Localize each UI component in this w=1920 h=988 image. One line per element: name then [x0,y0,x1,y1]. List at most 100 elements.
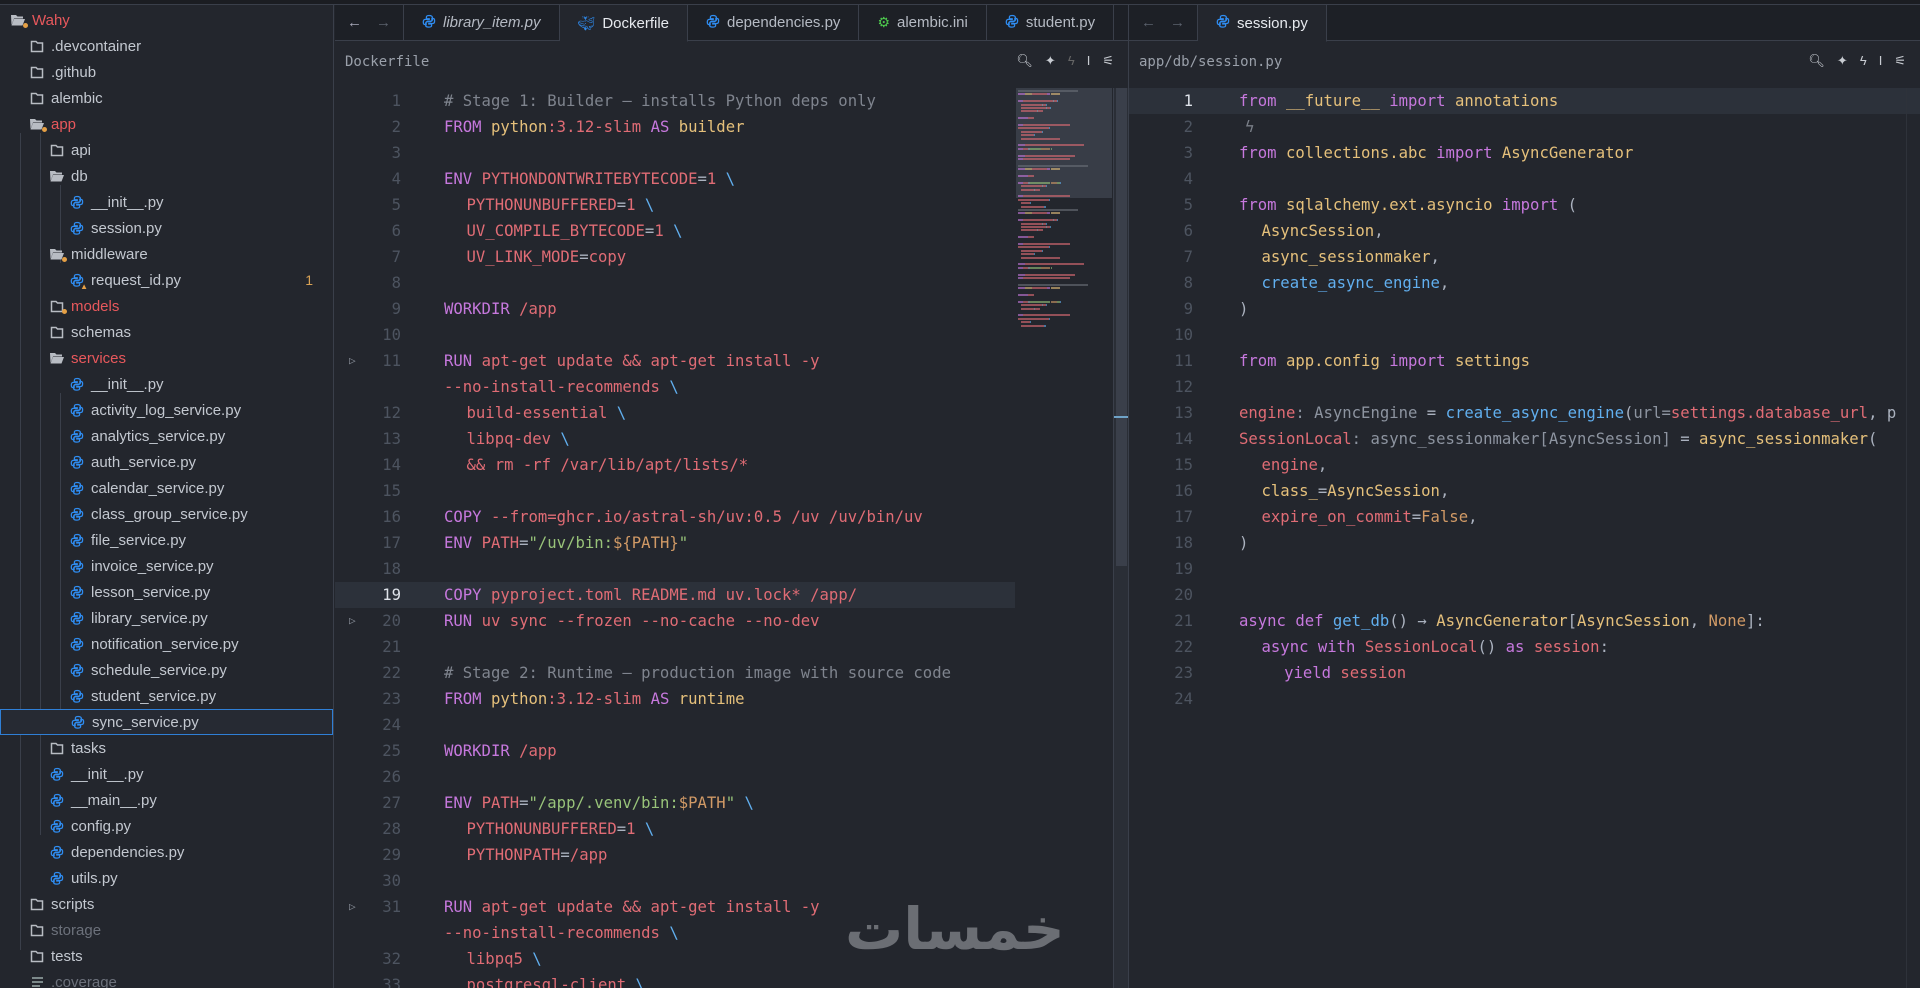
forward-button[interactable]: → [376,14,391,31]
file-tree-item[interactable]: activity_log_service.py [0,397,333,423]
file-tree-item[interactable]: auth_service.py [0,449,333,475]
back-button[interactable]: ← [347,14,362,31]
tab-library_item-py[interactable]: library_item.py [404,5,560,40]
code-line[interactable]: 4 ENV PYTHONDONTWRITEBYTECODE=1 \ [335,166,1128,192]
file-tree-item[interactable]: calendar_service.py [0,475,333,501]
code-line[interactable]: 14 && rm -rf /var/lib/apt/lists/* [335,452,1128,478]
code-line[interactable]: 24 [1129,686,1920,712]
file-tree-item[interactable]: schedule_service.py [0,657,333,683]
code-line[interactable]: 13 libpq-dev \ [335,426,1128,452]
code-editor[interactable]: 1 # Stage 1: Builder — installs Python de… [335,88,1128,988]
file-tree-item[interactable]: student_service.py [0,683,333,709]
code-line[interactable]: 24 [335,712,1128,738]
fold-toggle-icon[interactable]: ▷ [349,348,356,374]
code-line[interactable]: 27 ENV PATH="/app/.venv/bin:$PATH" \ [335,790,1128,816]
file-tree-item[interactable]: file_service.py [0,527,333,553]
code-line[interactable]: 9 WORKDIR /app [335,296,1128,322]
file-tree-item[interactable]: app [0,111,333,137]
code-line[interactable]: 3 [335,140,1128,166]
file-tree-item[interactable]: utils.py [0,865,333,891]
code-line[interactable]: 17 expire_on_commit=False, [1129,504,1920,530]
sparkle-icon[interactable]: ✦ [1837,53,1848,69]
code-line[interactable]: 11 from app.config import settings [1129,348,1920,374]
code-line[interactable]: 5 PYTHONUNBUFFERED=1 \ [335,192,1128,218]
search-icon[interactable]: 🔍︎ [1016,53,1033,69]
file-tree-item[interactable]: .coverage [0,969,333,988]
code-line[interactable]: 2 FROM python:3.12-slim AS builder [335,114,1128,140]
code-editor[interactable]: 1 from __future__ import annotations 2 ϟ 3 fr… [1129,88,1920,988]
text-cursor-icon[interactable]: I [1879,53,1883,69]
code-line[interactable]: 19 [1129,556,1920,582]
file-tree-item[interactable]: session.py [0,215,333,241]
code-line[interactable]: 9) [1129,296,1920,322]
file-tree-item[interactable]: scripts [0,891,333,917]
file-tree-item[interactable]: tests [0,943,333,969]
file-tree-item[interactable]: library_service.py [0,605,333,631]
code-line[interactable]: 1 from __future__ import annotations [1129,88,1920,114]
file-tree-item[interactable]: invoice_service.py [0,553,333,579]
lightning-icon[interactable]: ϟ [1860,53,1867,69]
code-line[interactable]: 19 COPY pyproject.toml README.md uv.lock*… [335,582,1015,608]
code-line[interactable]: 16 COPY --from=ghcr.io/astral-sh/uv:0.5 /… [335,504,1128,530]
tab-student-py[interactable]: student.py [987,5,1115,40]
breadcrumb[interactable]: app/db/session.py [1129,41,1920,83]
code-line[interactable]: 16 class_=AsyncSession, [1129,478,1920,504]
code-line[interactable]: 20 [1129,582,1920,608]
code-line[interactable]: 13 engine: AsyncEngine = create_async_eng… [1129,400,1920,426]
code-line[interactable]: 11 ▷ RUN apt-get update && apt-get install… [335,348,1128,374]
code-line[interactable]: --no-install-recommends \ [335,374,1128,400]
code-line[interactable]: 22 async with SessionLocal() as session: [1129,634,1920,660]
code-line[interactable]: 17 ENV PATH="/uv/bin:${PATH}" [335,530,1128,556]
file-tree-item[interactable]: __init__.py [0,189,333,215]
code-line[interactable]: 7 async_sessionmaker, [1129,244,1920,270]
code-line[interactable]: 23 FROM python:3.12-slim AS runtime [335,686,1128,712]
text-cursor-icon[interactable]: I [1087,53,1091,69]
file-tree-item[interactable]: sync_service.py [0,709,333,735]
code-line[interactable]: 6 UV_COMPILE_BYTECODE=1 \ [335,218,1128,244]
code-line[interactable]: 20 ▷ RUN uv sync --frozen --no-cache --no-… [335,608,1128,634]
file-tree-item[interactable]: notification_service.py [0,631,333,657]
vertical-scrollbar[interactable] [1113,88,1128,988]
code-line[interactable]: 30 [335,868,1128,894]
lightning-icon[interactable]: ϟ [1068,53,1075,69]
file-tree-item[interactable]: class_group_service.py [0,501,333,527]
code-line[interactable]: 28 PYTHONUNBUFFERED=1 \ [335,816,1128,842]
code-line[interactable]: 8 create_async_engine, [1129,270,1920,296]
back-button[interactable]: ← [1141,14,1156,31]
file-tree-item[interactable]: __init__.py [0,371,333,397]
code-line[interactable]: 23 yield session [1129,660,1920,686]
sliders-icon[interactable]: ⚟ [1894,53,1906,69]
file-tree-item[interactable]: models [0,293,333,319]
forward-button[interactable]: → [1170,14,1185,31]
file-tree-item[interactable]: .devcontainer [0,33,333,59]
code-line[interactable]: 8 [335,270,1128,296]
file-tree-item[interactable]: tasks [0,735,333,761]
file-tree-item[interactable]: db [0,163,333,189]
code-line[interactable]: 22 # Stage 2: Runtime — production image … [335,660,1128,686]
code-line[interactable]: 26 [335,764,1128,790]
code-line[interactable]: 21 [335,634,1128,660]
code-line[interactable]: 3 from collections.abc import AsyncGenera… [1129,140,1920,166]
code-line[interactable]: 10 [1129,322,1920,348]
code-line[interactable]: 5 from sqlalchemy.ext.asyncio import ( [1129,192,1920,218]
code-line[interactable]: 18) [1129,530,1920,556]
lightning-icon[interactable]: ϟ [1245,118,1254,136]
code-line[interactable]: 29 PYTHONPATH=/app [335,842,1128,868]
file-tree-item[interactable]: schemas [0,319,333,345]
code-line[interactable]: 2ϟ [1129,114,1920,140]
code-line[interactable]: 25 WORKDIR /app [335,738,1128,764]
file-tree-item[interactable]: __init__.py [0,761,333,787]
sliders-icon[interactable]: ⚟ [1102,53,1114,69]
file-tree-item[interactable]: Wahy [0,7,333,33]
code-line[interactable]: 10 [335,322,1128,348]
code-line[interactable]: 6 AsyncSession, [1129,218,1920,244]
breadcrumb[interactable]: Dockerfile [335,41,1128,83]
tab-Dockerfile[interactable]: 🐳︎ Dockerfile [559,5,688,42]
code-line[interactable]: 7 UV_LINK_MODE=copy [335,244,1128,270]
file-tree-item[interactable]: __main__.py [0,787,333,813]
file-tree-item[interactable]: alembic [0,85,333,111]
code-line[interactable]: 1 # Stage 1: Builder — installs Python de… [335,88,1128,114]
file-tree-item[interactable]: analytics_service.py [0,423,333,449]
sparkle-icon[interactable]: ✦ [1045,53,1056,69]
vertical-scrollbar[interactable] [1906,88,1920,988]
